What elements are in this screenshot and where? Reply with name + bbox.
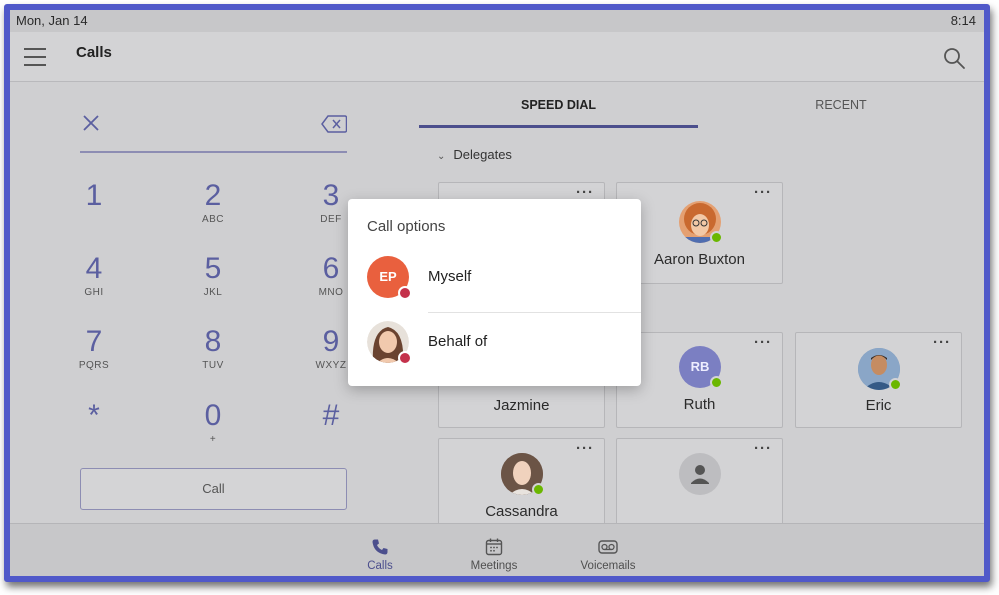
contact-name: Aaron Buxton: [654, 251, 745, 268]
bottom-nav: Calls Meetings Voicemails: [10, 523, 984, 576]
presence-busy-icon: [398, 286, 412, 300]
avatar: [858, 348, 902, 391]
presence-available-icon: [710, 231, 723, 244]
avatar: [367, 321, 412, 365]
contact-name: Ruth: [683, 396, 716, 413]
more-options-icon[interactable]: ···: [754, 440, 772, 457]
presence-available-icon: [532, 483, 545, 496]
tab-speed-dial[interactable]: SPEED DIAL: [419, 83, 698, 128]
presence-busy-icon: [398, 351, 412, 365]
status-date: Mon, Jan 14: [16, 13, 88, 28]
contact-name: Cassandra: [485, 503, 558, 520]
dialog-title: Call options: [367, 218, 446, 235]
more-options-icon[interactable]: ···: [933, 334, 951, 351]
phone-icon: [372, 539, 388, 555]
more-options-icon[interactable]: ···: [754, 184, 772, 201]
avatar: [501, 453, 545, 496]
contact-card[interactable]: ··· RB Ruth: [616, 332, 783, 428]
call-option-behalf-of[interactable]: Behalf of: [348, 311, 641, 375]
option-label: Behalf of: [428, 333, 488, 350]
key-5[interactable]: 5 JKL: [173, 252, 253, 316]
backspace-icon[interactable]: [321, 115, 347, 133]
key-4[interactable]: 4 GHI: [54, 252, 134, 316]
presence-available-icon: [710, 376, 723, 389]
contact-card[interactable]: ··· Eric: [795, 332, 962, 428]
nav-meetings[interactable]: Meetings: [454, 538, 534, 572]
key-8[interactable]: 8 TUV: [173, 325, 253, 389]
call-button[interactable]: Call: [80, 468, 347, 510]
contact-card[interactable]: ··· Aaron Buxton: [616, 182, 783, 284]
call-option-myself[interactable]: EP Myself: [348, 246, 641, 310]
avatar: [679, 201, 723, 244]
key-0[interactable]: 0 +: [173, 399, 253, 463]
chevron-down-icon: ⌄: [437, 151, 446, 162]
nav-voicemails[interactable]: Voicemails: [568, 538, 648, 572]
contact-card[interactable]: ··· Cassandra: [438, 438, 605, 534]
key-star[interactable]: *: [54, 399, 134, 463]
nav-calls[interactable]: Calls: [340, 538, 420, 572]
key-hash[interactable]: #: [291, 399, 371, 463]
status-time: 8:14: [950, 13, 976, 28]
calendar-icon: [485, 538, 503, 556]
section-label: Delegates: [453, 147, 512, 162]
option-label: Myself: [428, 268, 472, 285]
nav-label: Voicemails: [580, 560, 636, 572]
key-7[interactable]: 7 PQRS: [54, 325, 134, 389]
contact-name: Jazmine: [493, 397, 550, 414]
tab-recent[interactable]: RECENT: [703, 83, 979, 128]
avatar: RB: [679, 346, 723, 389]
presence-available-icon: [889, 378, 902, 391]
page-title: Calls: [76, 44, 112, 61]
more-options-icon[interactable]: ···: [576, 440, 594, 457]
app-header: Calls: [10, 32, 984, 82]
contact-name: Eric: [865, 397, 892, 414]
voicemail-icon: [598, 540, 618, 554]
avatar: EP: [367, 256, 412, 300]
search-icon[interactable]: [942, 46, 966, 70]
menu-icon[interactable]: [24, 48, 46, 66]
call-options-dialog: Call options EP Myself Behalf of: [348, 199, 641, 386]
nav-label: Meetings: [470, 560, 518, 572]
key-1[interactable]: 1: [54, 179, 134, 243]
person-placeholder-icon: [679, 453, 721, 495]
delegates-section-header[interactable]: ⌄ Delegates: [437, 147, 512, 162]
status-bar: Mon, Jan 14 8:14: [10, 10, 984, 32]
contact-card[interactable]: ···: [616, 438, 783, 534]
dial-input[interactable]: [80, 107, 347, 153]
avatar: [679, 453, 721, 495]
more-options-icon[interactable]: ···: [754, 334, 772, 351]
nav-label: Calls: [367, 560, 393, 572]
key-2[interactable]: 2 ABC: [173, 179, 253, 243]
close-icon[interactable]: [80, 112, 102, 134]
